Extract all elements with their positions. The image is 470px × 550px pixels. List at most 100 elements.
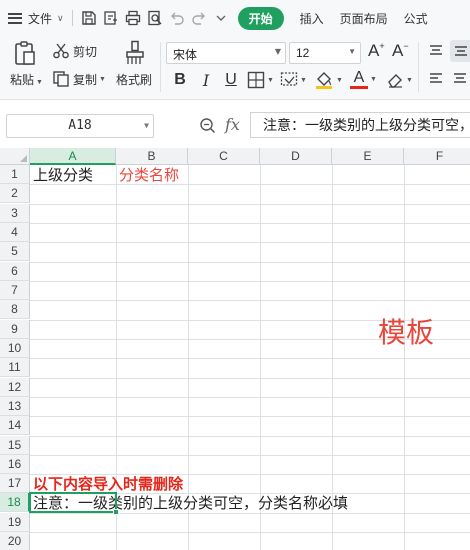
plus-icon: + [379,41,385,51]
cut-label: 剪切 [73,44,98,59]
chevron-down-icon: ▼ [274,47,281,56]
grid-line [30,223,470,224]
align-left-button[interactable] [428,72,444,89]
column-header-b[interactable]: B [116,148,188,165]
shrink-font-glyph: A [392,41,404,60]
scissors-icon [53,43,69,59]
print-icon[interactable] [122,7,144,29]
row-header-2[interactable]: 2 [0,184,30,203]
grid-line [30,262,470,263]
font-family-select[interactable]: 宋体 ▼ [166,42,286,64]
cell-b1[interactable]: 分类名称 [117,166,179,185]
row-header-12[interactable]: 12 [0,378,30,397]
fill-handle[interactable] [113,509,119,515]
row-header-3[interactable]: 3 [0,204,30,223]
select-all-corner[interactable] [0,148,30,165]
chevron-down-icon: ▼ [144,121,149,130]
menu-divider [71,10,73,26]
format-painter-button[interactable] [123,40,147,69]
name-box-value: A18 [68,118,92,133]
italic-button[interactable]: I [196,69,216,91]
column-header-c[interactable]: C [188,148,260,165]
chevron-down-icon: ∨ [57,12,64,23]
template-watermark: 模板 [378,316,435,349]
clipboard-icon [15,41,35,65]
borders-button[interactable]: ▼ [247,71,274,89]
row-header-4[interactable]: 4 [0,223,30,242]
row-header-18[interactable]: 18 [0,493,30,512]
caret-down-icon: ▼ [36,79,43,86]
shrink-font-button[interactable]: A− [392,41,409,61]
underline-button[interactable]: U [221,69,241,91]
row-header-11[interactable]: 11 [0,358,30,377]
row-header-6[interactable]: 6 [0,262,30,281]
formula-input[interactable]: 注意：一级类别的上级分类可空，分类名称必填 [250,112,470,138]
customize-chevron-icon[interactable] [210,7,232,29]
caret-down-icon: ▼ [267,76,274,84]
name-box[interactable]: A18 ▼ [6,114,154,138]
align-center-button[interactable] [452,72,468,89]
chevron-down-icon: ▼ [348,47,356,56]
fx-icon[interactable]: fx [225,115,240,134]
caret-down-icon: ▼ [336,76,343,84]
grid-line [30,358,470,359]
grid-line [30,397,470,398]
tab-page-layout[interactable]: 页面布局 [340,10,388,27]
grid-line [30,532,470,533]
format-painter-label: 格式刷 [116,73,153,87]
column-header-d[interactable]: D [260,148,332,165]
ribbon-divider [418,42,419,92]
cut-button[interactable]: 剪切 [52,42,97,60]
export-pdf-icon[interactable] [100,7,122,29]
row-header-17[interactable]: 17 [0,474,30,493]
grow-font-button[interactable]: A+ [368,41,385,61]
zoom-icon[interactable] [199,117,217,135]
paste-label: 粘贴 [10,73,35,87]
caret-down-icon: ▼ [99,75,106,83]
paste-label-wrap[interactable]: 粘贴 ▼ [10,71,43,88]
align-left-icon [430,73,442,83]
column-header-a[interactable]: A [30,148,116,165]
tab-home[interactable]: 开始 [237,6,284,30]
row-header-8[interactable]: 8 [0,300,30,319]
print-preview-icon[interactable] [144,7,166,29]
active-cell-selection[interactable] [29,492,117,513]
redo-icon[interactable] [188,7,210,29]
file-menu-button[interactable]: 文件 ∨ [8,10,64,27]
fill-color-button[interactable]: ▼ [314,70,343,90]
bold-button[interactable]: B [170,69,190,91]
align-top-icon [430,45,442,55]
cell-style-icon [280,72,298,86]
save-icon[interactable] [78,7,100,29]
row-header-14[interactable]: 14 [0,416,30,435]
row-header-1[interactable]: 1 [0,165,30,184]
format-painter-icon [126,40,144,64]
row-header-20[interactable]: 20 [0,532,30,550]
row-header-9[interactable]: 9 [0,320,30,339]
font-size-value: 12 [296,46,310,60]
paint-bucket-icon [316,72,332,89]
tab-formulas[interactable]: 公式 [404,10,428,27]
cell-style-button[interactable]: ▼ [280,71,307,89]
row-header-13[interactable]: 13 [0,397,30,416]
font-size-select[interactable]: 12 ▼ [289,42,361,64]
font-color-button[interactable]: A ▼ [350,69,377,89]
column-header-e[interactable]: E [332,148,404,165]
grid-line [30,184,470,185]
row-header-16[interactable]: 16 [0,455,30,474]
spreadsheet-grid[interactable]: A B C D E F 1 2 3 4 5 6 7 8 9 10 11 12 1… [0,148,470,550]
align-top-button[interactable] [428,44,444,61]
paste-button[interactable] [12,40,38,69]
copy-button[interactable]: 复制 ▼ [52,70,106,88]
undo-icon[interactable] [166,7,188,29]
tab-insert[interactable]: 插入 [300,10,324,27]
align-middle-button[interactable] [450,40,470,62]
cell-a1[interactable]: 上级分类 [31,166,93,185]
row-header-10[interactable]: 10 [0,339,30,358]
row-header-7[interactable]: 7 [0,281,30,300]
row-header-19[interactable]: 19 [0,513,30,532]
clear-format-button[interactable]: ▼ [386,71,413,89]
row-header-15[interactable]: 15 [0,436,30,455]
column-header-f[interactable]: F [404,148,470,165]
row-header-5[interactable]: 5 [0,242,30,261]
